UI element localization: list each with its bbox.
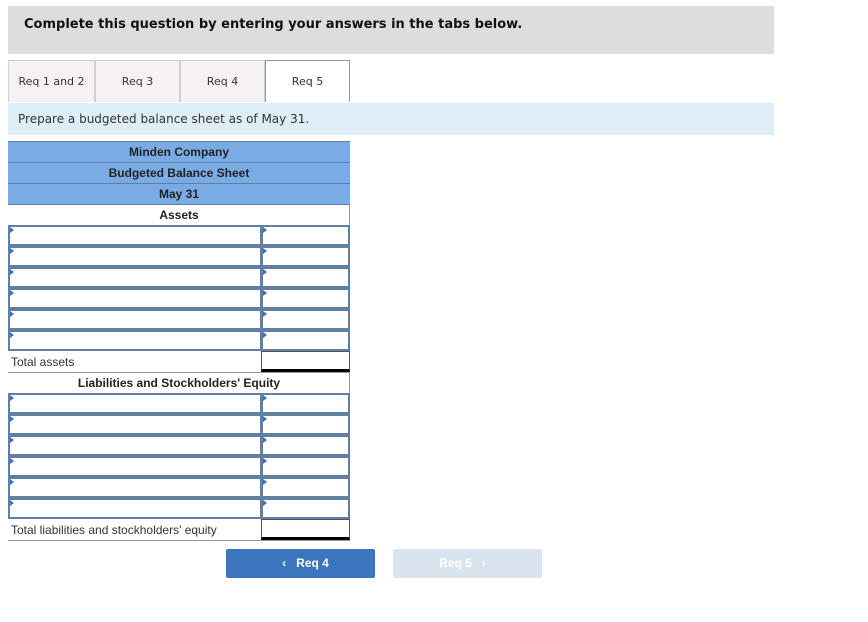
assets-heading: Assets bbox=[8, 205, 350, 225]
prompt-text: Prepare a budgeted balance sheet as of M… bbox=[18, 112, 310, 126]
liability-account-dropdown[interactable] bbox=[8, 435, 262, 456]
prev-req-4-button[interactable]: ‹ Req 4 bbox=[226, 549, 375, 578]
asset-account-dropdown[interactable] bbox=[8, 267, 262, 288]
liability-amount-input[interactable] bbox=[261, 435, 350, 456]
tab-req-1-and-2[interactable]: Req 1 and 2 bbox=[8, 60, 95, 102]
liability-amount-input[interactable] bbox=[261, 498, 350, 519]
asset-account-dropdown[interactable] bbox=[8, 309, 262, 330]
asset-account-dropdown[interactable] bbox=[8, 246, 262, 267]
total-liabilities-label: Total liabilities and stockholders' equi… bbox=[11, 523, 217, 537]
total-liabilities-row: Total liabilities and stockholders' equi… bbox=[8, 519, 350, 541]
liability-account-dropdown[interactable] bbox=[8, 393, 262, 414]
asset-row bbox=[8, 330, 350, 351]
asset-row bbox=[8, 309, 350, 330]
prompt-bar: Prepare a budgeted balance sheet as of M… bbox=[8, 103, 774, 135]
asset-amount-input[interactable] bbox=[261, 225, 350, 246]
asset-account-dropdown[interactable] bbox=[8, 225, 262, 246]
liability-account-dropdown[interactable] bbox=[8, 414, 262, 435]
asset-row bbox=[8, 288, 350, 309]
instruction-text: Complete this question by entering your … bbox=[24, 17, 523, 32]
total-assets-input[interactable] bbox=[261, 351, 350, 372]
prev-label: Req 4 bbox=[296, 556, 329, 570]
sheet-title: Budgeted Balance Sheet bbox=[8, 163, 350, 184]
tab-label: Req 4 bbox=[206, 75, 239, 88]
liability-account-dropdown[interactable] bbox=[8, 498, 262, 519]
liability-account-dropdown[interactable] bbox=[8, 477, 262, 498]
chevron-right-icon: › bbox=[481, 556, 486, 570]
liability-amount-input[interactable] bbox=[261, 456, 350, 477]
liability-row bbox=[8, 393, 350, 414]
next-req-5-button[interactable]: Req 5 › bbox=[393, 549, 542, 578]
liabilities-heading: Liabilities and Stockholders' Equity bbox=[8, 373, 350, 393]
liability-amount-input[interactable] bbox=[261, 414, 350, 435]
asset-amount-input[interactable] bbox=[261, 246, 350, 267]
liability-account-dropdown[interactable] bbox=[8, 456, 262, 477]
asset-row bbox=[8, 225, 350, 246]
total-liabilities-input[interactable] bbox=[261, 519, 350, 540]
instruction-banner: Complete this question by entering your … bbox=[8, 6, 774, 54]
chevron-left-icon: ‹ bbox=[282, 556, 287, 570]
asset-amount-input[interactable] bbox=[261, 330, 350, 351]
asset-row bbox=[8, 246, 350, 267]
liability-row bbox=[8, 456, 350, 477]
liability-row bbox=[8, 498, 350, 519]
tab-req-3[interactable]: Req 3 bbox=[95, 60, 180, 102]
asset-row bbox=[8, 267, 350, 288]
liability-amount-input[interactable] bbox=[261, 393, 350, 414]
tab-req-5[interactable]: Req 5 bbox=[265, 60, 350, 102]
next-label: Req 5 bbox=[439, 556, 472, 570]
balance-sheet: Minden Company Budgeted Balance Sheet Ma… bbox=[8, 141, 350, 541]
asset-account-dropdown[interactable] bbox=[8, 330, 262, 351]
company-name: Minden Company bbox=[8, 141, 350, 163]
total-assets-row: Total assets bbox=[8, 351, 350, 373]
sheet-date: May 31 bbox=[8, 184, 350, 205]
asset-amount-input[interactable] bbox=[261, 267, 350, 288]
liability-amount-input[interactable] bbox=[261, 477, 350, 498]
total-assets-label: Total assets bbox=[11, 355, 75, 369]
asset-amount-input[interactable] bbox=[261, 288, 350, 309]
asset-amount-input[interactable] bbox=[261, 309, 350, 330]
tab-label: Req 1 and 2 bbox=[18, 75, 85, 88]
asset-account-dropdown[interactable] bbox=[8, 288, 262, 309]
tab-req-4[interactable]: Req 4 bbox=[180, 60, 265, 102]
liability-row bbox=[8, 435, 350, 456]
liability-row bbox=[8, 477, 350, 498]
tab-label: Req 5 bbox=[291, 75, 324, 88]
liability-row bbox=[8, 414, 350, 435]
tab-label: Req 3 bbox=[121, 75, 154, 88]
